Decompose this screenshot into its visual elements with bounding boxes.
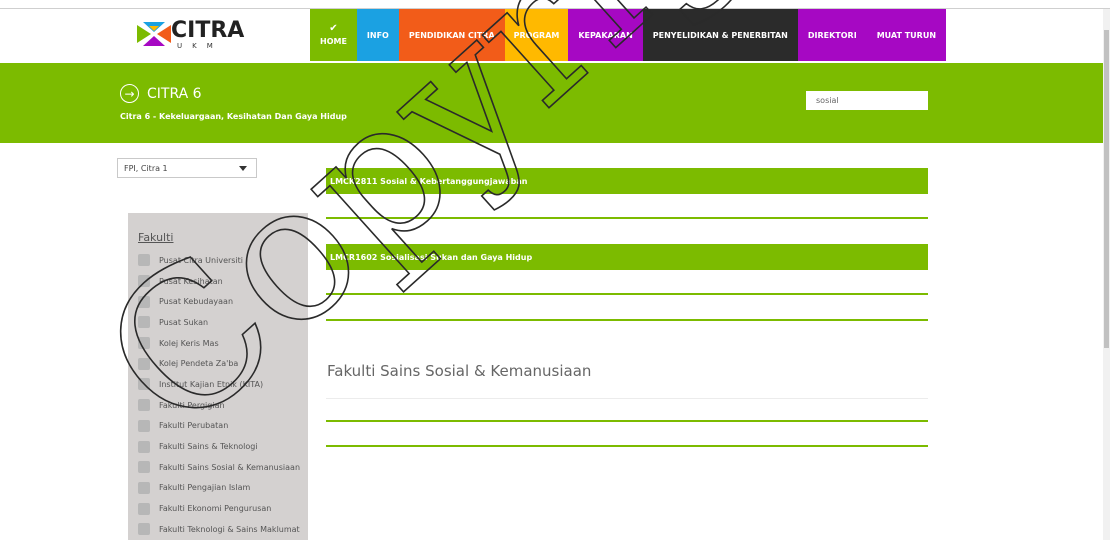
chevron-down-icon (239, 166, 247, 171)
checkbox[interactable] (138, 378, 150, 391)
nav-label: HOME (320, 37, 347, 46)
nav-muat-turun[interactable]: MUAT TURUN (866, 9, 947, 61)
course-title-bar[interactable]: LMCK2811 Sosial & Kebertanggungjawaban (326, 168, 928, 194)
faculty-filter-item[interactable]: Fakulti Pergigian (138, 395, 308, 416)
nav-direktori[interactable]: DIREKTORI (797, 9, 867, 61)
checkbox[interactable] (138, 316, 150, 329)
page-title-text: CITRA 6 (147, 85, 202, 102)
nav-penyelidikan-penerbitan[interactable]: PENYELIDIKAN & PENERBITAN (642, 9, 798, 61)
nav-label: PENDIDIKAN CITRA (408, 30, 495, 40)
nav-label: DIREKTORI (807, 30, 857, 40)
divider-line-thin (326, 398, 928, 399)
faculty-filter-item[interactable]: Fakulti Sains & Teknologi (138, 436, 308, 457)
faculty-filter-item[interactable]: Fakulti Ekonomi Pengurusan (138, 498, 308, 519)
nav-home[interactable]: ✔ HOME (310, 9, 357, 61)
nav-info[interactable]: INFO (356, 9, 399, 61)
checkbox[interactable] (138, 254, 150, 267)
faculty-label: Pusat Citra Universiti (159, 255, 244, 265)
citra-filter-select[interactable]: FPI, Citra 1 (117, 158, 257, 178)
faculty-label: Pusat Sukan (159, 317, 209, 327)
faculty-sidebar: Fakulti Pusat Citra Universiti Pusat Kes… (128, 213, 308, 540)
page-title: → CITRA 6 (120, 84, 202, 103)
checkbox[interactable] (138, 502, 150, 515)
faculty-filter-item[interactable]: Institut Kajian Etnik (KITA) (138, 374, 308, 395)
citra-ukm-logo[interactable]: CITRA UKM (137, 18, 257, 50)
checkbox[interactable] (138, 399, 150, 412)
faculty-label: Institut Kajian Etnik (KITA) (159, 379, 264, 389)
nav-label: MUAT TURUN (876, 30, 937, 40)
faculty-filter-item[interactable]: Fakulti Sains Sosial & Kemanusiaan (138, 457, 308, 478)
nav-kepakaran[interactable]: KEPAKARAN (568, 9, 643, 61)
faculty-filter-item[interactable]: Fakulti Perubatan (138, 416, 308, 437)
nav-label: KEPAKARAN (578, 30, 633, 40)
page-subtitle: Citra 6 - Kekeluargaan, Kesihatan Dan Ga… (120, 112, 347, 121)
faculty-label: Fakulti Teknologi & Sains Maklumat (159, 524, 300, 534)
divider-line (326, 319, 928, 321)
faculty-filter-item[interactable]: Kolej Keris Mas (138, 333, 308, 354)
checkbox[interactable] (138, 337, 150, 350)
faculty-label: Fakulti Sains Sosial & Kemanusiaan (159, 462, 301, 472)
faculty-filter-item[interactable]: Fakulti Teknologi & Sains Maklumat (138, 519, 308, 540)
divider-line (326, 445, 928, 447)
search-input[interactable] (806, 91, 928, 110)
faculty-filter-item[interactable]: Kolej Pendeta Za'ba (138, 353, 308, 374)
divider-line (326, 420, 928, 422)
arrow-right-circle-icon: → (120, 84, 139, 103)
course-title-bar[interactable]: LMCR1602 Sosialisasi Sukan dan Gaya Hidu… (326, 244, 928, 270)
faculty-filter-item[interactable]: Pusat Sukan (138, 312, 308, 333)
checkbox[interactable] (138, 461, 150, 474)
faculty-label: Fakulti Perubatan (159, 421, 229, 431)
section-title: Fakulti Sains Sosial & Kemanusiaan (327, 362, 592, 380)
faculty-label: Kolej Keris Mas (159, 338, 219, 348)
checkmark-icon: ✔ (329, 23, 338, 34)
faculty-label: Fakulti Sains & Teknologi (159, 442, 258, 452)
nav-pendidikan-citra[interactable]: PENDIDIKAN CITRA (398, 9, 505, 61)
checkbox[interactable] (138, 275, 150, 288)
checkbox[interactable] (138, 357, 150, 370)
divider-line (326, 293, 928, 295)
checkbox[interactable] (138, 523, 150, 536)
faculty-label: Kolej Pendeta Za'ba (159, 359, 239, 369)
faculty-filter-item[interactable]: Pusat Citra Universiti (138, 250, 308, 271)
checkbox[interactable] (138, 295, 150, 308)
faculty-label: Pusat Kesihatan (159, 276, 223, 286)
checkbox[interactable] (138, 440, 150, 453)
sidebar-title: Fakulti (138, 231, 174, 244)
faculty-label: Pusat Kebudayaan (159, 297, 234, 307)
scrollbar-thumb[interactable] (1104, 30, 1109, 348)
faculty-filter-item[interactable]: Pusat Kesihatan (138, 271, 308, 292)
nav-label: INFO (366, 30, 389, 40)
nav-label: PROGRAM (513, 30, 560, 40)
select-value: FPI, Citra 1 (124, 163, 168, 173)
citra-logo-mark-icon (137, 22, 171, 46)
main-navigation: ✔ HOME INFO PENDIDIKAN CITRA PROGRAM KEP… (310, 9, 947, 61)
nav-label: PENYELIDIKAN & PENERBITAN (652, 30, 788, 40)
page-header-band (0, 63, 1110, 143)
checkbox[interactable] (138, 419, 150, 432)
faculty-label: Fakulti Ekonomi Pengurusan (159, 504, 272, 514)
faculty-filter-item[interactable]: Pusat Kebudayaan (138, 291, 308, 312)
faculty-label: Fakulti Pengajian Islam (159, 483, 251, 493)
checkbox[interactable] (138, 481, 150, 494)
logo-text: CITRA (171, 18, 245, 43)
faculty-filter-item[interactable]: Fakulti Pengajian Islam (138, 478, 308, 499)
faculty-label: Fakulti Pergigian (159, 400, 225, 410)
nav-program[interactable]: PROGRAM (504, 9, 569, 61)
logo-subtext: UKM (177, 42, 223, 50)
divider-line (326, 217, 928, 219)
